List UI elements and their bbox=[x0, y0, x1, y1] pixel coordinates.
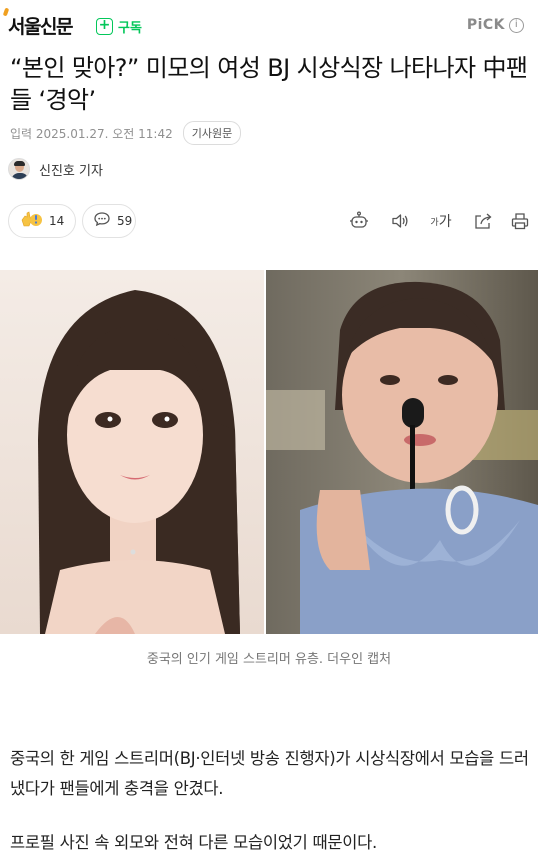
right-portrait bbox=[265, 270, 538, 634]
print-icon[interactable] bbox=[509, 210, 531, 232]
reporter-name: 신진호 기자 bbox=[39, 163, 103, 179]
article-headline: “본인 맞아?” 미모의 여성 BJ 시상식장 나타나자 中팬들 ‘경악’ bbox=[10, 54, 528, 114]
info-icon[interactable]: i bbox=[509, 17, 524, 33]
original-article-button[interactable]: 기사원문 bbox=[182, 121, 242, 145]
reaction-button[interactable]: 14 bbox=[8, 204, 76, 238]
article-action-bar: 14 59 가가 bbox=[0, 202, 538, 240]
article-meta: 입력 2025.01.27. 오전 11:42 기사원문 bbox=[10, 121, 242, 145]
share-icon[interactable] bbox=[472, 210, 494, 232]
comment-count: 59 bbox=[117, 214, 133, 228]
article-photo[interactable] bbox=[0, 270, 538, 634]
pick-badge[interactable]: PiCK i bbox=[467, 17, 524, 33]
speaker-icon[interactable] bbox=[389, 210, 411, 232]
pick-label: PiCK bbox=[466, 17, 505, 33]
font-size-label: 가 bbox=[438, 214, 452, 230]
reporter-byline[interactable]: 신진호 기자 bbox=[8, 156, 103, 182]
subscribe-label: 구독 bbox=[118, 20, 142, 36]
publish-date: 입력 2025.01.27. 오전 11:42 bbox=[10, 126, 173, 141]
press-logo[interactable]: 서울신문 bbox=[2, 7, 73, 39]
press-name: 서울신문 bbox=[8, 16, 73, 38]
comment-icon bbox=[93, 210, 111, 232]
reaction-emoji-icon bbox=[19, 209, 43, 233]
summary-bot-icon[interactable] bbox=[348, 210, 370, 232]
left-portrait bbox=[0, 270, 265, 634]
reporter-avatar bbox=[8, 158, 30, 180]
comment-button[interactable]: 59 bbox=[82, 204, 136, 238]
article-paragraph-2: 프로필 사진 속 외모와 전혀 다른 모습이었기 때문이다. bbox=[10, 833, 377, 852]
subscribe-button[interactable]: + 구독 bbox=[96, 16, 142, 36]
reaction-count: 14 bbox=[49, 214, 65, 228]
article-header: 서울신문 + 구독 PiCK i bbox=[0, 0, 538, 48]
photo-divider bbox=[264, 270, 266, 634]
font-size-icon[interactable]: 가가 bbox=[430, 210, 452, 232]
plus-icon: + bbox=[96, 17, 113, 35]
photo-caption: 중국의 인기 게임 스트리머 유층. 더우인 캡처 bbox=[146, 652, 392, 667]
article-paragraph-1: 중국의 한 게임 스트리머(BJ·인터넷 방송 진행자)가 시상식장에서 모습을… bbox=[10, 749, 529, 798]
